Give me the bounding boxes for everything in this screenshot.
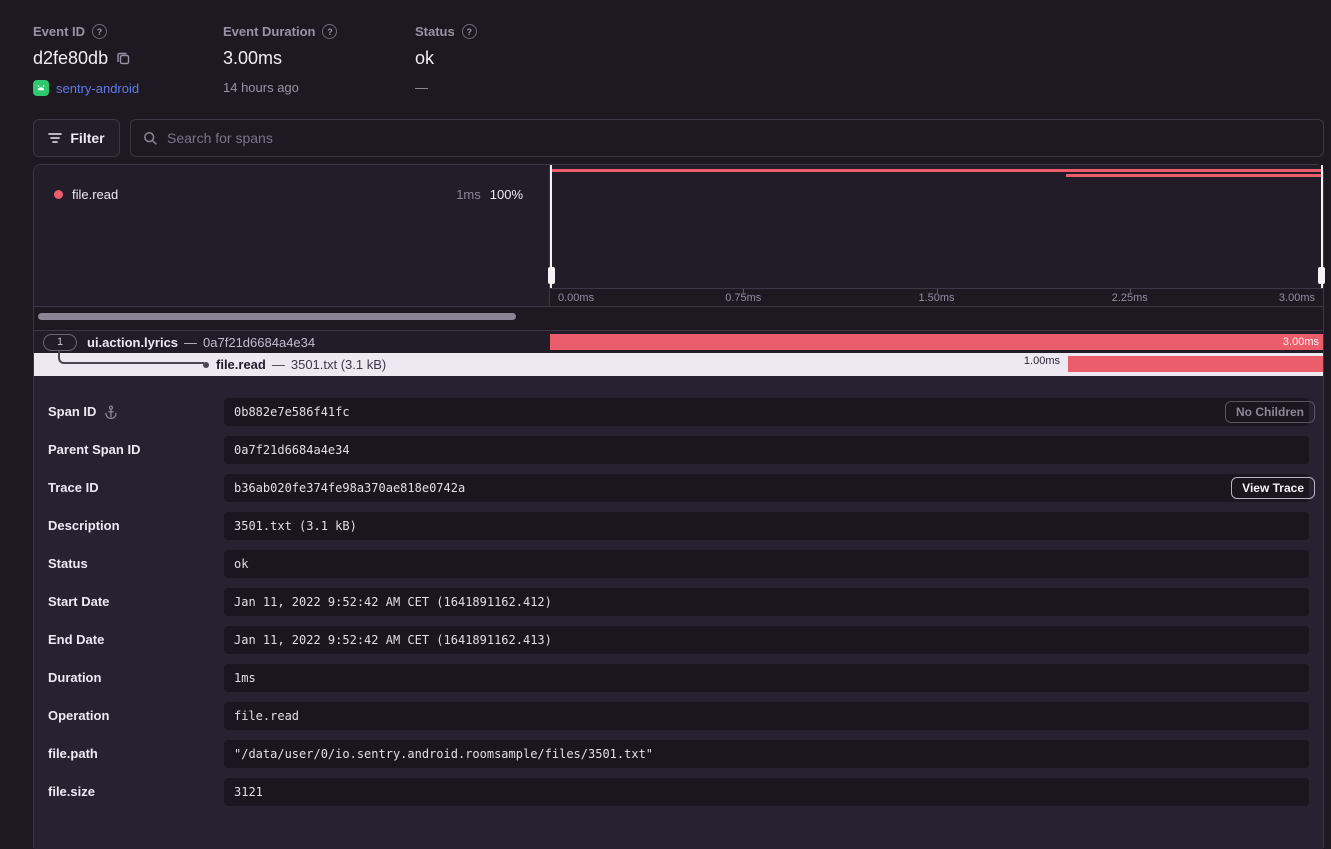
trace-view: file.read 1ms 100% 0.00ms 0.75ms 1.50ms … (33, 164, 1324, 848)
minimap-left-grip[interactable] (548, 267, 555, 284)
tick-label: 0.75ms (725, 292, 761, 304)
operations-breakdown-panel: file.read 1ms 100% (34, 165, 550, 306)
android-icon (33, 80, 49, 96)
detail-label: Span ID (48, 398, 96, 426)
span-row-parent[interactable]: 1 ui.action.lyrics — 0a7f21d6684a4e34 3.00… (34, 330, 1323, 353)
event-duration-ago: 14 hours ago (223, 80, 299, 95)
search-icon (143, 131, 158, 146)
time-axis: 0.00ms 0.75ms 1.50ms 2.25ms 3.00ms (550, 288, 1323, 306)
filter-icon (48, 132, 62, 144)
detail-row: file.size 3121 (34, 778, 1323, 806)
detail-label: Duration (48, 664, 101, 692)
tick-label: 0.00ms (558, 292, 594, 304)
detail-row: Operation file.read (34, 702, 1323, 730)
detail-row: End Date Jan 11, 2022 9:52:42 AM CET (16… (34, 626, 1323, 654)
filter-button[interactable]: Filter (33, 119, 120, 157)
detail-label: Status (48, 550, 88, 578)
span-row-selected[interactable]: file.read — 3501.txt (3.1 kB) 1.00ms (34, 353, 1323, 376)
trace-minimap[interactable] (550, 165, 1323, 288)
detail-row: Duration 1ms (34, 664, 1323, 692)
detail-row: Status ok (34, 550, 1323, 578)
event-id-label-row: Event ID ? (33, 24, 139, 39)
minimap-span-bar-parent (550, 169, 1323, 172)
no-children-button[interactable]: No Children (1225, 401, 1315, 423)
status-value: ok (415, 48, 434, 69)
tree-scrollbar-thumb[interactable] (38, 313, 516, 320)
status-sub: — (415, 80, 428, 95)
help-icon[interactable]: ? (322, 24, 337, 39)
span-operation: ui.action.lyrics (87, 335, 178, 350)
detail-row: Trace ID b36ab020fe374fe98a370ae818e0742… (34, 474, 1323, 502)
help-icon[interactable]: ? (462, 24, 477, 39)
operation-name: file.read (72, 187, 118, 202)
detail-value: 0b882e7e586f41fc (224, 398, 1309, 426)
span-description: 3501.txt (3.1 kB) (291, 357, 386, 372)
operation-legend-row[interactable]: file.read 1ms 100% (54, 187, 523, 202)
event-id-value: d2fe80db (33, 48, 108, 69)
event-duration-label: Event Duration (223, 24, 315, 39)
tree-connector-dot (203, 362, 209, 368)
detail-value: 3121 (224, 778, 1309, 806)
filter-button-label: Filter (70, 130, 104, 146)
status-block: Status ? ok — (415, 24, 477, 95)
copy-icon[interactable] (116, 51, 131, 66)
detail-value: Jan 11, 2022 9:52:42 AM CET (1641891162.… (224, 626, 1309, 654)
detail-row: Parent Span ID 0a7f21d6684a4e34 (34, 436, 1323, 464)
operation-color-dot (54, 190, 63, 199)
span-operation: file.read (216, 357, 266, 372)
minimap-right-handle[interactable] (1321, 165, 1323, 288)
detail-value: Jan 11, 2022 9:52:42 AM CET (1641891162.… (224, 588, 1309, 616)
separator: — (272, 357, 285, 372)
span-duration-label: 3.00ms (1283, 334, 1319, 351)
span-duration-bar[interactable] (1068, 356, 1323, 372)
detail-row: Start Date Jan 11, 2022 9:52:42 AM CET (… (34, 588, 1323, 616)
detail-label: file.path (48, 740, 98, 768)
detail-value: "/data/user/0/io.sentry.android.roomsamp… (224, 740, 1309, 768)
event-id-block: Event ID ? d2fe80db sentry-android (33, 24, 139, 96)
separator: — (184, 335, 197, 350)
tick-label: 3.00ms (1279, 292, 1315, 304)
detail-value: ok (224, 550, 1309, 578)
detail-row: file.path "/data/user/0/io.sentry.androi… (34, 740, 1323, 768)
detail-label: Start Date (48, 588, 109, 616)
operation-duration: 1ms (456, 187, 481, 202)
detail-value: 3501.txt (3.1 kB) (224, 512, 1309, 540)
anchor-icon[interactable] (104, 405, 118, 419)
span-description: 0a7f21d6684a4e34 (203, 335, 315, 350)
span-duration-bar[interactable]: 3.00ms (550, 334, 1323, 350)
event-duration-block: Event Duration ? 3.00ms 14 hours ago (223, 24, 337, 95)
span-duration-label: 1.00ms (1024, 353, 1060, 370)
tick-label: 1.50ms (918, 292, 954, 304)
search-input[interactable] (167, 130, 1311, 146)
detail-value: 0a7f21d6684a4e34 (224, 436, 1309, 464)
detail-value: b36ab020fe374fe98a370ae818e0742a (224, 474, 1309, 502)
page: Event ID ? d2fe80db sentry-android (0, 0, 1331, 848)
detail-label: End Date (48, 626, 104, 654)
minimap-left-handle[interactable] (550, 165, 552, 288)
tree-scrollbar-track[interactable] (34, 306, 1323, 330)
detail-label: Trace ID (48, 474, 99, 502)
minimap-right-grip[interactable] (1318, 267, 1325, 284)
project-link[interactable]: sentry-android (56, 81, 139, 96)
detail-value: 1ms (224, 664, 1309, 692)
detail-value: file.read (224, 702, 1309, 730)
detail-label: Description (48, 512, 120, 540)
view-trace-button[interactable]: View Trace (1231, 477, 1315, 499)
minimap-span-bar-child (1066, 174, 1323, 177)
detail-row: Description 3501.txt (3.1 kB) (34, 512, 1323, 540)
status-label: Status (415, 24, 455, 39)
detail-label: Operation (48, 702, 109, 730)
tree-connector-line (58, 351, 204, 364)
detail-label: file.size (48, 778, 95, 806)
event-id-label: Event ID (33, 24, 85, 39)
children-count-badge[interactable]: 1 (43, 334, 77, 351)
detail-row: Span ID 0b882e7e586f41fc No Children (34, 398, 1323, 426)
span-detail-panel: Span ID 0b882e7e586f41fc No Children Par… (34, 376, 1323, 849)
event-duration-value: 3.00ms (223, 48, 282, 69)
tick-label: 2.25ms (1112, 292, 1148, 304)
detail-label: Parent Span ID (48, 436, 140, 464)
help-icon[interactable]: ? (92, 24, 107, 39)
span-search-bar (130, 119, 1324, 157)
operation-percent: 100% (490, 187, 523, 202)
